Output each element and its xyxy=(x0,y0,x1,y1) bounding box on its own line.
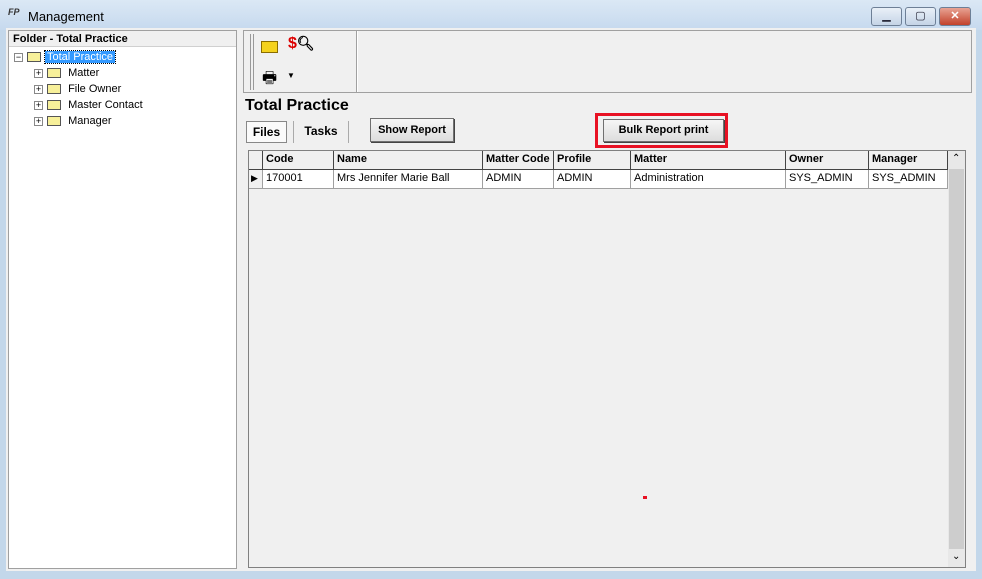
collapse-icon[interactable]: − xyxy=(14,52,23,62)
folder-icon xyxy=(47,116,61,127)
red-marker xyxy=(643,496,647,499)
search-money-icon[interactable]: $🔍︎ xyxy=(288,35,315,53)
close-button[interactable]: ✕ xyxy=(939,7,971,26)
expand-icon[interactable]: + xyxy=(34,84,43,94)
fp-app-icon: FP xyxy=(8,7,20,17)
tab-tasks[interactable]: Tasks xyxy=(293,121,349,143)
table-cell[interactable]: ADMIN xyxy=(483,170,554,189)
toolbar-grip[interactable] xyxy=(250,34,254,90)
row-indicator-header xyxy=(249,151,263,170)
tab-files[interactable]: Files xyxy=(246,121,287,143)
folder-panel-header: Folder - Total Practice xyxy=(9,31,236,47)
table-cell[interactable]: SYS_ADMIN xyxy=(869,170,948,189)
window-title: Management xyxy=(28,9,104,24)
tree-item-total-practice[interactable]: − Total Practice xyxy=(14,50,143,67)
title-bar: FP Management ▁ ▢ ✕ xyxy=(0,0,982,30)
expand-icon[interactable]: + xyxy=(34,100,43,110)
table-cell[interactable]: SYS_ADMIN xyxy=(786,170,869,189)
folder-icon xyxy=(47,68,61,79)
show-report-button[interactable]: Show Report xyxy=(370,118,454,142)
scroll-thumb[interactable] xyxy=(949,169,964,549)
dropdown-arrow-icon[interactable]: ▼ xyxy=(287,71,295,80)
scroll-down-icon[interactable]: ⌄ xyxy=(952,551,960,562)
column-header-code[interactable]: Code xyxy=(263,151,334,170)
column-header-name[interactable]: Name xyxy=(334,151,483,170)
current-row-icon: ▶ xyxy=(249,170,263,189)
column-header-matter[interactable]: Matter xyxy=(631,151,786,170)
tree-item-manager[interactable]: + Manager xyxy=(34,115,143,131)
column-header-owner[interactable]: Owner xyxy=(786,151,869,170)
expand-icon[interactable]: + xyxy=(34,116,43,126)
vertical-scrollbar[interactable]: ⌃ ⌄ xyxy=(948,151,965,567)
table-cell[interactable]: Mrs Jennifer Marie Ball xyxy=(334,170,483,189)
scroll-up-icon[interactable]: ⌃ xyxy=(952,153,960,164)
folder-tree: − Total Practice + Matter + File Owner + … xyxy=(14,50,143,131)
toolbar: $🔍︎ 🖶 ▼ xyxy=(243,30,972,93)
page-title: Total Practice xyxy=(245,97,349,114)
tree-item-matter[interactable]: + Matter xyxy=(34,67,143,83)
column-header-matter-code[interactable]: Matter Code xyxy=(483,151,554,170)
minimize-button[interactable]: ▁ xyxy=(871,7,902,26)
column-header-profile[interactable]: Profile xyxy=(554,151,631,170)
printer-icon[interactable]: 🖶 xyxy=(262,67,277,94)
expand-icon[interactable]: + xyxy=(34,68,43,78)
column-header-manager[interactable]: Manager xyxy=(869,151,948,170)
table-cell[interactable]: ADMIN xyxy=(554,170,631,189)
open-folder-icon xyxy=(27,52,41,63)
tree-item-master-contact[interactable]: + Master Contact xyxy=(34,99,143,115)
folder-icon xyxy=(47,100,61,111)
table-cell[interactable]: Administration xyxy=(631,170,786,189)
files-grid: Code Name Matter Code Profile Matter Own… xyxy=(248,150,966,568)
tree-item-file-owner[interactable]: + File Owner xyxy=(34,83,143,99)
toolbar-separator xyxy=(356,31,358,92)
folder-icon xyxy=(47,84,61,95)
folder-panel: Folder - Total Practice − Total Practice … xyxy=(8,30,237,569)
table-cell[interactable]: 170001 xyxy=(263,170,334,189)
open-folder-icon[interactable] xyxy=(261,41,278,53)
bulk-report-print-button[interactable]: Bulk Report print xyxy=(603,119,724,142)
maximize-button[interactable]: ▢ xyxy=(905,7,936,26)
